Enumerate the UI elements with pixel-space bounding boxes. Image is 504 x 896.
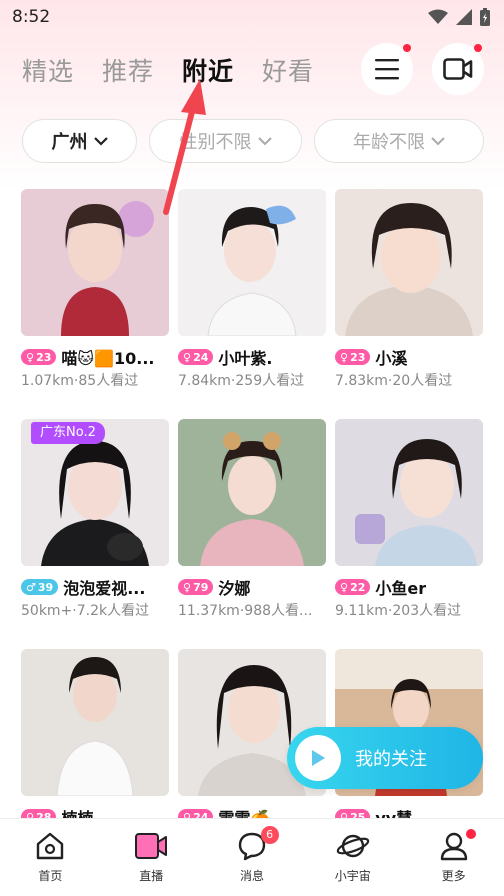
menu-notification-dot — [403, 44, 411, 52]
female-icon: ♀ — [183, 580, 192, 594]
chevron-down-icon — [431, 136, 445, 145]
wifi-icon — [428, 9, 448, 24]
tab-nearby[interactable]: 附近 — [182, 52, 234, 88]
nav-home[interactable]: 首页 — [0, 819, 101, 896]
status-bar: 8:52 — [0, 0, 504, 36]
nav-live[interactable]: 直播 — [101, 819, 202, 896]
streamer-name: 泡泡爱视... — [63, 579, 146, 598]
nav-messages[interactable]: 6 消息 — [202, 819, 303, 896]
streamer-thumbnail: 广东No.2 — [21, 419, 169, 566]
age-filter[interactable]: 年龄不限 — [314, 119, 484, 163]
nav-more[interactable]: 更多 — [403, 819, 504, 896]
gender-filter[interactable]: 性别不限 — [149, 119, 302, 163]
filter-bar: 广州 性别不限 年龄不限 — [22, 119, 484, 163]
status-time: 8:52 — [12, 7, 51, 27]
more-notification-dot — [466, 829, 477, 839]
female-icon: ♀ — [183, 350, 192, 364]
streamer-card[interactable]: ♀28楠楠 — [21, 649, 169, 828]
play-icon — [295, 735, 341, 781]
streamer-thumbnail — [21, 189, 169, 336]
streamer-name: 汐娜 — [218, 579, 251, 598]
video-camera-icon — [443, 58, 473, 80]
planet-icon — [336, 834, 370, 858]
female-icon: ♀ — [26, 350, 35, 364]
streamer-name: 喵🐱🟧10... — [61, 349, 155, 368]
age-badge: ♀ 22 — [335, 579, 371, 595]
video-button[interactable] — [432, 43, 484, 95]
age-badge: ♀ 79 — [178, 579, 214, 595]
nav-live-label: 直播 — [139, 869, 164, 883]
streamer-thumbnail — [21, 649, 169, 796]
top-tabs: 精选 推荐 附近 好看 — [22, 52, 314, 88]
nav-home-label: 首页 — [38, 869, 63, 883]
gender-filter-label: 性别不限 — [179, 132, 252, 153]
streamer-card[interactable]: ♀ 23 喵🐱🟧10... 1.07km·85人看过 — [21, 189, 169, 390]
nav-messages-label: 消息 — [239, 869, 264, 883]
message-count-badge: 6 — [260, 826, 279, 844]
streamer-name: 小叶紫. — [218, 349, 273, 368]
streamer-stats: 50km+·7.2k人看过 — [21, 603, 150, 619]
age-badge: ♀ 23 — [21, 349, 57, 365]
streamer-stats: 1.07km·85人看过 — [21, 373, 139, 389]
menu-button[interactable] — [361, 43, 413, 95]
chevron-down-icon — [93, 136, 108, 146]
streamer-stats: 11.37km·988人看... — [178, 603, 313, 619]
streamer-card[interactable]: 广东No.2 ♂ 39 泡泡爱视... 50km+·7.2k人看过 — [21, 419, 169, 620]
streamer-stats: 7.84km·259人看过 — [178, 373, 305, 389]
age-badge: ♀ 23 — [335, 349, 371, 365]
streamer-thumbnail — [335, 189, 483, 336]
streamer-thumbnail — [178, 189, 326, 336]
age-filter-label: 年龄不限 — [353, 132, 425, 153]
streamer-card[interactable]: ♀ 24 小叶紫. 7.84km·259人看过 — [178, 189, 326, 390]
home-icon — [37, 832, 64, 860]
city-filter[interactable]: 广州 — [22, 119, 137, 163]
cell-signal-icon — [456, 9, 472, 25]
streamer-stats: 7.83km·20人看过 — [335, 373, 453, 389]
streamer-thumbnail — [335, 419, 483, 566]
chevron-down-icon — [257, 136, 272, 145]
age-badge: ♀ 24 — [178, 349, 214, 365]
age-badge: ♂ 39 — [21, 579, 59, 595]
nav-universe[interactable]: 小宇宙 — [302, 819, 403, 896]
female-icon: ♀ — [340, 350, 349, 364]
rank-tag: 广东No.2 — [31, 422, 105, 444]
tab-recommended[interactable]: 推荐 — [102, 52, 154, 88]
tab-featured[interactable]: 精选 — [22, 52, 74, 88]
female-icon: ♀ — [340, 580, 349, 594]
streamer-thumbnail — [178, 419, 326, 566]
my-follows-label: 我的关注 — [355, 749, 427, 770]
profile-icon — [440, 832, 467, 861]
nav-more-label: 更多 — [441, 869, 466, 883]
male-icon: ♂ — [26, 580, 36, 594]
menu-icon — [375, 59, 399, 80]
streamer-card[interactable]: ♀ 23 小溪 7.83km·20人看过 — [335, 189, 483, 390]
streamer-card[interactable]: ♀ 22 小鱼er 9.11km·203人看过 — [335, 419, 483, 620]
streamer-name: 小鱼er — [375, 579, 427, 598]
live-camera-icon — [135, 833, 168, 859]
tab-good-looking[interactable]: 好看 — [262, 52, 314, 88]
my-follows-button[interactable]: 我的关注 — [287, 727, 483, 789]
bottom-nav: 首页 直播 6 消息 小宇宙 更多 — [0, 818, 504, 896]
streamer-stats: 9.11km·203人看过 — [335, 603, 462, 619]
streamer-name: 小溪 — [375, 349, 408, 368]
nav-universe-label: 小宇宙 — [334, 869, 371, 883]
city-filter-label: 广州 — [51, 132, 88, 153]
status-icons — [428, 8, 490, 26]
video-notification-dot — [474, 44, 482, 52]
streamer-card[interactable]: ♀ 79 汐娜 11.37km·988人看... — [178, 419, 326, 620]
battery-icon — [480, 8, 490, 26]
